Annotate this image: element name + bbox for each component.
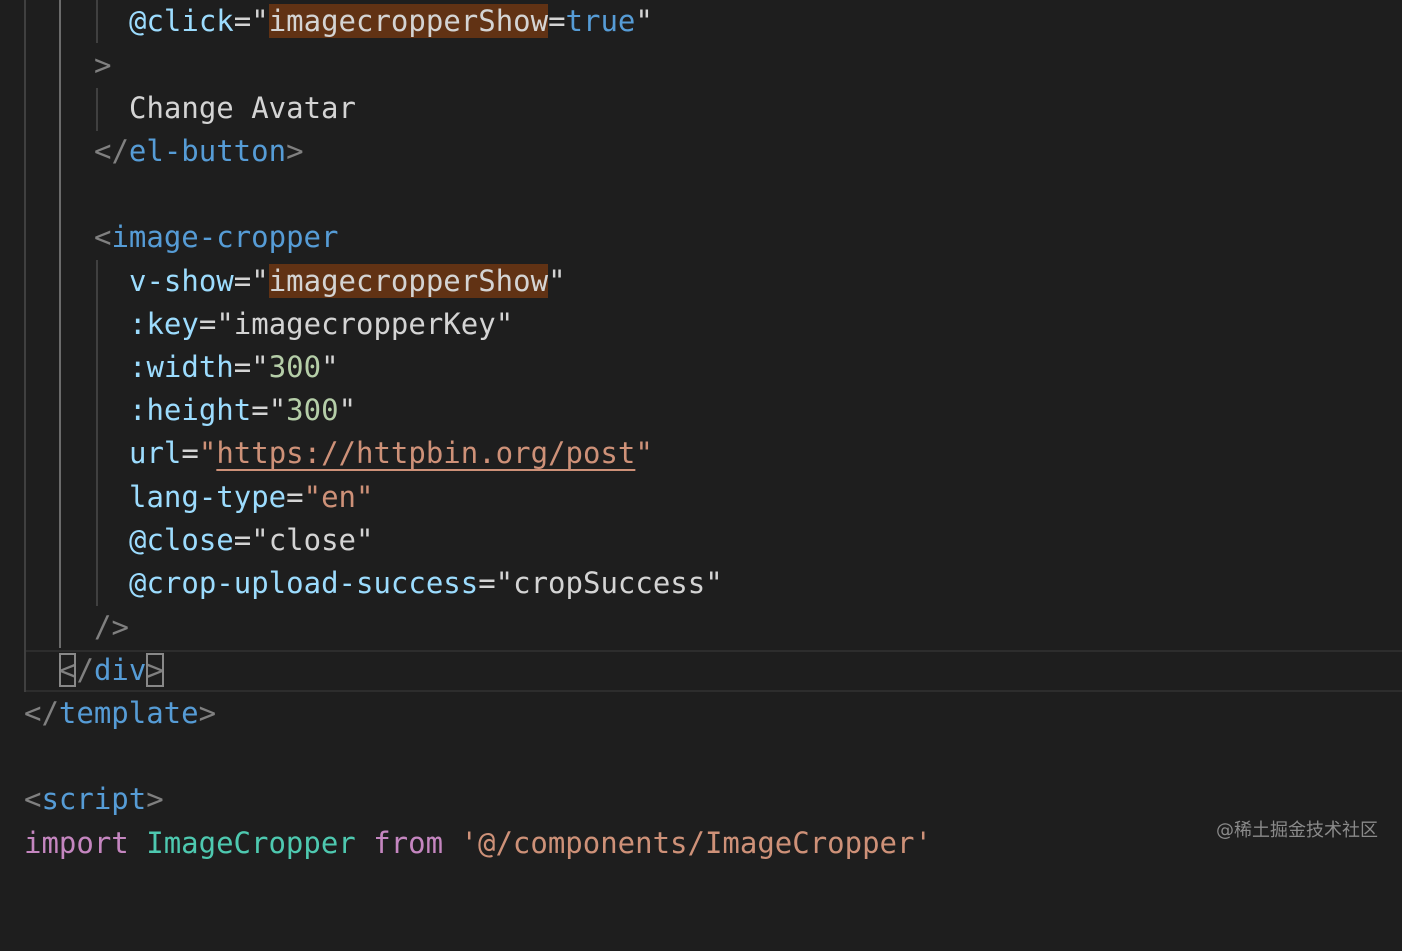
button-text: Change Avatar bbox=[129, 91, 356, 125]
from-keyword: from bbox=[373, 826, 444, 860]
tag-open-bracket: </ bbox=[24, 696, 59, 730]
attribute-name: v-show bbox=[129, 264, 234, 298]
event-prefix: @ bbox=[129, 566, 147, 600]
watermark: @稀土掘金技术社区 bbox=[1216, 820, 1378, 841]
tag-name: el-button bbox=[128, 134, 287, 168]
code-line[interactable]: </el-button> bbox=[0, 130, 1402, 173]
bind-prefix: : bbox=[129, 350, 147, 384]
code-line[interactable]: @click="imagecropperShow=true" bbox=[0, 0, 1402, 43]
quote: " bbox=[356, 523, 374, 557]
tag-close-bracket: > bbox=[198, 696, 217, 730]
class-identifier: ImageCropper bbox=[146, 826, 356, 860]
string-literal: en bbox=[321, 480, 356, 514]
code-line[interactable]: @crop-upload-success="cropSuccess" bbox=[0, 562, 1402, 605]
tag-close-bracket: > bbox=[146, 782, 164, 816]
tag-name: image-cropper bbox=[111, 220, 339, 254]
number-literal: 300 bbox=[268, 350, 322, 384]
code-line[interactable]: </template> bbox=[0, 692, 1402, 735]
equals-sign: = bbox=[233, 350, 252, 384]
equals-sign: = bbox=[233, 523, 252, 557]
code-line[interactable]: v-show="imagecropperShow" bbox=[0, 260, 1402, 303]
equals-sign: = bbox=[233, 4, 252, 38]
quote: " bbox=[251, 264, 269, 298]
identifier: imagecropperKey bbox=[233, 307, 496, 341]
url-link[interactable]: https://httpbin.org/post bbox=[216, 436, 635, 470]
tag-name: template bbox=[58, 696, 199, 730]
attribute-name: close bbox=[146, 523, 234, 557]
quote: " bbox=[268, 393, 287, 427]
quote: " bbox=[705, 566, 723, 600]
equals-sign: = bbox=[198, 307, 217, 341]
quote: " bbox=[356, 480, 374, 514]
tag-close-bracket: > bbox=[94, 48, 112, 82]
code-line[interactable]: Change Avatar bbox=[0, 87, 1402, 130]
tag-open-bracket: </ bbox=[94, 134, 129, 168]
quote: " bbox=[495, 566, 514, 600]
event-prefix: @ bbox=[129, 523, 147, 557]
self-closing-bracket: /> bbox=[94, 610, 129, 644]
quote: " bbox=[303, 480, 322, 514]
equals-sign: = bbox=[478, 566, 496, 600]
code-line[interactable]: import ImageCropper from '@/components/I… bbox=[0, 822, 1402, 865]
code-line[interactable]: :height="300" bbox=[0, 389, 1402, 432]
tag-open-bracket: < bbox=[94, 220, 112, 254]
equals-sign: = bbox=[233, 264, 252, 298]
number-literal: 300 bbox=[286, 393, 339, 427]
identifier: cropSuccess bbox=[513, 566, 706, 600]
quote: " bbox=[321, 350, 339, 384]
identifier: close bbox=[268, 523, 357, 557]
slash: / bbox=[76, 653, 94, 687]
code-editor[interactable]: @click="imagecropperShow=true" > Change … bbox=[0, 0, 1402, 864]
code-line[interactable]: > bbox=[0, 44, 1402, 87]
code-line-current[interactable]: </div> bbox=[0, 649, 1402, 692]
code-line[interactable]: url="https://httpbin.org/post" bbox=[0, 432, 1402, 475]
code-line[interactable]: lang-type="en" bbox=[0, 476, 1402, 519]
equals-sign: = bbox=[548, 4, 566, 38]
code-line[interactable]: :key="imagecropperKey" bbox=[0, 303, 1402, 346]
module-path: '@/components/ImageCropper' bbox=[460, 826, 932, 860]
quote: " bbox=[251, 523, 269, 557]
equals-sign: = bbox=[251, 393, 269, 427]
code-line[interactable]: :width="300" bbox=[0, 346, 1402, 389]
quote: " bbox=[548, 264, 566, 298]
quote: " bbox=[635, 4, 653, 38]
attribute-name: width bbox=[146, 350, 234, 384]
bind-prefix: : bbox=[129, 307, 147, 341]
highlighted-identifier: imagecropperShow bbox=[268, 4, 549, 38]
code-line[interactable]: <script> bbox=[0, 778, 1402, 821]
boolean-literal: true bbox=[565, 4, 636, 38]
matched-close-bracket: > bbox=[146, 653, 164, 687]
attribute-name: key bbox=[146, 307, 199, 341]
attribute-name: height bbox=[146, 393, 252, 427]
tag-name: div bbox=[93, 653, 147, 687]
code-line[interactable]: @close="close" bbox=[0, 519, 1402, 562]
import-keyword: import bbox=[24, 826, 129, 860]
quote: " bbox=[251, 350, 269, 384]
quote: " bbox=[635, 436, 653, 470]
code-line[interactable]: <image-cropper bbox=[0, 216, 1402, 259]
quote: " bbox=[338, 393, 357, 427]
attribute-name: lang-type bbox=[129, 480, 287, 514]
quote: " bbox=[216, 307, 234, 341]
equals-sign: = bbox=[286, 480, 304, 514]
attribute-name: click bbox=[146, 4, 234, 38]
equals-sign: = bbox=[181, 436, 199, 470]
quote: " bbox=[198, 436, 217, 470]
highlighted-identifier: imagecropperShow bbox=[268, 264, 549, 298]
code-line[interactable]: /> bbox=[0, 606, 1402, 649]
quote: " bbox=[251, 4, 269, 38]
matched-open-bracket: < bbox=[59, 653, 77, 687]
tag-close-bracket: > bbox=[286, 134, 304, 168]
attribute-name: crop-upload-success bbox=[146, 566, 479, 600]
attribute-name: url bbox=[129, 436, 182, 470]
bind-prefix: : bbox=[129, 393, 147, 427]
quote: " bbox=[495, 307, 514, 341]
tag-open-bracket: < bbox=[24, 782, 42, 816]
event-prefix: @ bbox=[129, 4, 147, 38]
tag-name: script bbox=[41, 782, 147, 816]
